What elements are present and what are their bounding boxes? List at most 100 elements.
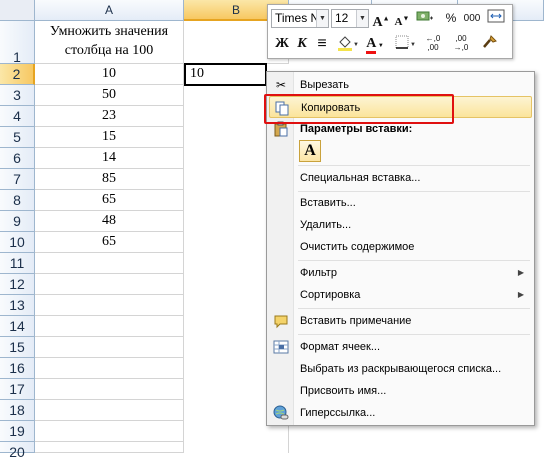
align-center-button[interactable]: ≡: [312, 34, 332, 53]
cell-a8[interactable]: 65: [35, 190, 184, 211]
active-cell-b2[interactable]: 10: [184, 63, 267, 86]
row-header-20[interactable]: 20: [0, 442, 35, 460]
shrink-font-icon: A▼: [394, 14, 410, 28]
format-painter-button[interactable]: [480, 34, 500, 53]
font-size-combo[interactable]: 12 ▼: [331, 9, 369, 28]
menu-item-paste-special[interactable]: Специальная вставка...: [269, 167, 532, 189]
cell-a1-line1: Умножить значения: [49, 24, 169, 39]
row-header-3[interactable]: 3: [0, 85, 35, 106]
cell-a20[interactable]: [35, 442, 184, 453]
cell-a1[interactable]: Умножить значения столбца на 100: [35, 21, 184, 64]
submenu-arrow-icon: ▶: [517, 290, 524, 299]
row-header-15[interactable]: 15: [0, 337, 35, 358]
font-color-button[interactable]: A ▼: [362, 34, 388, 54]
column-header-a[interactable]: A: [35, 0, 184, 21]
merge-center-button[interactable]: [486, 9, 506, 28]
row-header-19[interactable]: 19: [0, 421, 35, 442]
cell-a14[interactable]: [35, 316, 184, 337]
cell-a4[interactable]: 23: [35, 106, 184, 127]
menu-separator: [298, 260, 530, 261]
menu-separator: [298, 334, 530, 335]
cell-a5[interactable]: 15: [35, 127, 184, 148]
menu-item-cut-label: Вырезать: [300, 79, 349, 91]
currency-icon: [416, 11, 433, 21]
menu-item-format-cells[interactable]: Формат ячеек...: [269, 336, 532, 358]
menu-item-pick-list-label: Выбрать из раскрывающегося списка...: [300, 363, 502, 375]
menu-separator: [298, 308, 530, 309]
thousands-separator-button[interactable]: 000: [461, 9, 483, 28]
menu-item-cut[interactable]: ✂ Вырезать: [269, 74, 532, 96]
globe-link-icon: [273, 405, 289, 421]
cell-a19[interactable]: [35, 421, 184, 442]
bold-button[interactable]: Ж: [272, 34, 292, 53]
cell-a3[interactable]: 50: [35, 85, 184, 106]
cell-a6[interactable]: 14: [35, 148, 184, 169]
cell-a7[interactable]: 85: [35, 169, 184, 190]
grow-font-icon: A▲: [372, 14, 390, 30]
menu-item-clear-contents[interactable]: Очистить содержимое: [269, 236, 532, 258]
row-header-16[interactable]: 16: [0, 358, 35, 379]
row-header-10[interactable]: 10: [0, 232, 35, 253]
menu-item-filter[interactable]: Фильтр ▶: [269, 262, 532, 284]
shrink-font-button[interactable]: A▼: [392, 9, 412, 28]
merge-icon: [487, 9, 505, 23]
italic-button[interactable]: К: [292, 34, 312, 53]
menu-item-insert-comment[interactable]: Вставить примечание: [269, 310, 532, 332]
menu-item-sort[interactable]: Сортировка ▶: [269, 284, 532, 306]
grow-font-button[interactable]: A▲: [371, 9, 391, 30]
menu-item-define-name[interactable]: Присвоить имя...: [269, 380, 532, 402]
row-header-11[interactable]: 11: [0, 253, 35, 274]
row-header-2[interactable]: 2: [0, 64, 35, 85]
comment-icon: [273, 313, 289, 329]
cell-a12[interactable]: [35, 274, 184, 295]
font-name-combo[interactable]: Times Ne ▼: [271, 9, 329, 28]
svg-text:▼: ▼: [410, 42, 416, 48]
decrease-decimal-icon: ,00 →,0: [453, 34, 469, 52]
fill-color-button[interactable]: ▼: [334, 34, 360, 53]
menu-separator: [298, 165, 530, 166]
cell-a1-line2: столбца на 100: [64, 43, 154, 58]
cell-a2[interactable]: 10: [35, 64, 184, 85]
paintbrush-icon: [483, 35, 497, 48]
row-header-18[interactable]: 18: [0, 400, 35, 421]
cell-a16[interactable]: [35, 358, 184, 379]
row-header-4[interactable]: 4: [0, 106, 35, 127]
cell-a9[interactable]: 48: [35, 211, 184, 232]
select-all-corner[interactable]: [0, 0, 35, 21]
menu-item-hyperlink[interactable]: Гиперссылка...: [269, 402, 532, 424]
currency-format-button[interactable]: [415, 9, 435, 28]
increase-decimal-icon: ←,0,00: [425, 34, 441, 52]
menu-item-insert-label: Вставить...: [300, 197, 356, 209]
row-header-14[interactable]: 14: [0, 316, 35, 337]
borders-button[interactable]: ▼: [392, 34, 418, 53]
percent-button[interactable]: %: [441, 9, 461, 28]
submenu-arrow-icon: ▶: [517, 268, 524, 277]
chevron-down-icon[interactable]: ▼: [316, 10, 328, 27]
menu-item-hyperlink-label: Гиперссылка...: [300, 407, 376, 419]
cell-a15[interactable]: [35, 337, 184, 358]
menu-item-insert[interactable]: Вставить...: [269, 192, 532, 214]
row-header-5[interactable]: 5: [0, 127, 35, 148]
paste-option-keep-formatting-button[interactable]: A: [299, 140, 321, 162]
row-header-9[interactable]: 9: [0, 211, 35, 232]
row-header-12[interactable]: 12: [0, 274, 35, 295]
row-header-8[interactable]: 8: [0, 190, 35, 211]
cell-a10[interactable]: 65: [35, 232, 184, 253]
row-header-7[interactable]: 7: [0, 169, 35, 190]
row-header-17[interactable]: 17: [0, 379, 35, 400]
font-color-icon: A: [366, 37, 377, 54]
menu-item-pick-from-list[interactable]: Выбрать из раскрывающегося списка...: [269, 358, 532, 380]
cell-a17[interactable]: [35, 379, 184, 400]
decrease-decimal-button[interactable]: ,00 →,0: [448, 34, 474, 53]
cell-a13[interactable]: [35, 295, 184, 316]
menu-item-paste-special-label: Специальная вставка...: [300, 172, 421, 184]
row-header-13[interactable]: 13: [0, 295, 35, 316]
row-header-6[interactable]: 6: [0, 148, 35, 169]
cell-a11[interactable]: [35, 253, 184, 274]
chevron-down-icon[interactable]: ▼: [356, 10, 368, 27]
menu-item-delete[interactable]: Удалить...: [269, 214, 532, 236]
cell-a18[interactable]: [35, 400, 184, 421]
mini-toolbar: Times Ne ▼ 12 ▼ A▲ A▼ % 000 Ж К ≡ ▼ A ▼ …: [267, 4, 513, 59]
increase-decimal-button[interactable]: ←,0,00: [420, 34, 446, 53]
row-header-1[interactable]: 1: [0, 21, 35, 65]
